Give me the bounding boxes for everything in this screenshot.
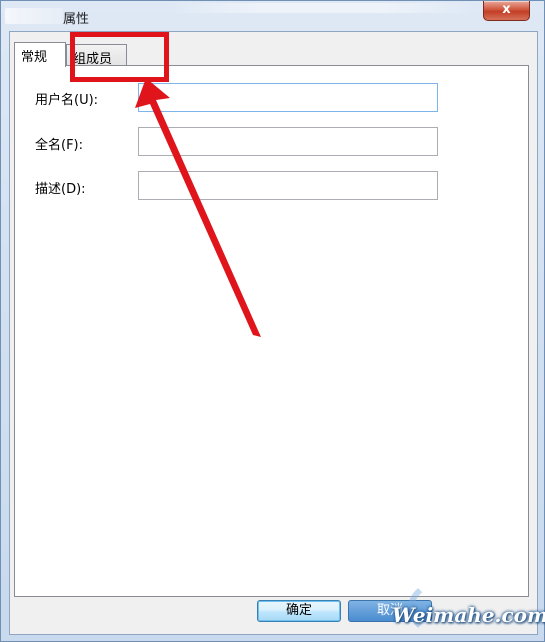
annotation-highlight-box	[70, 32, 169, 82]
annotation-arrow-shape	[135, 78, 261, 337]
annotation-arrow-icon	[135, 78, 261, 337]
watermark-text: Weimahe.com	[392, 603, 545, 627]
